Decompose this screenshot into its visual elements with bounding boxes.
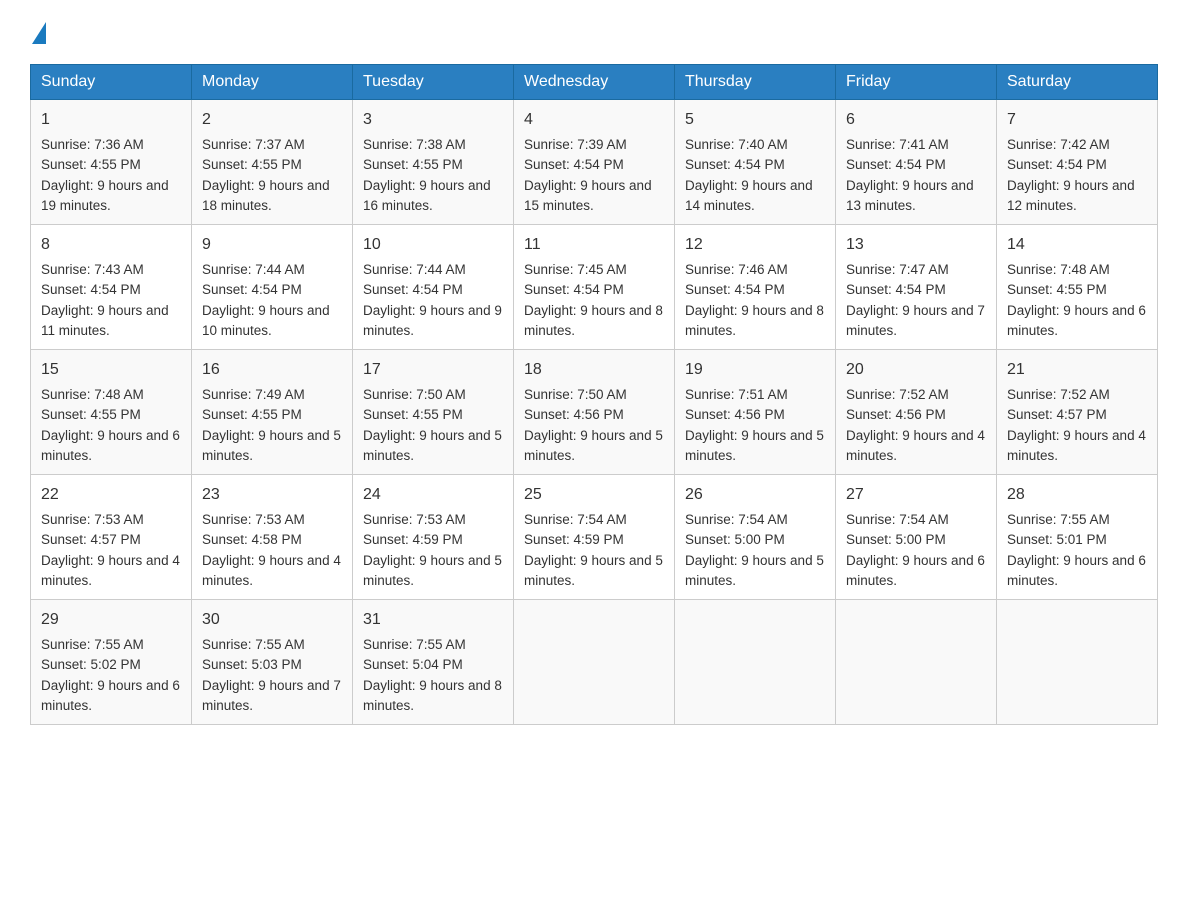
calendar-cell: 16Sunrise: 7:49 AMSunset: 4:55 PMDayligh… [192, 350, 353, 475]
calendar-cell: 8Sunrise: 7:43 AMSunset: 4:54 PMDaylight… [31, 225, 192, 350]
day-number: 21 [1007, 358, 1147, 382]
day-number: 11 [524, 233, 664, 257]
day-header-thursday: Thursday [675, 65, 836, 100]
calendar-cell [836, 600, 997, 725]
calendar-cell: 10Sunrise: 7:44 AMSunset: 4:54 PMDayligh… [353, 225, 514, 350]
day-header-sunday: Sunday [31, 65, 192, 100]
day-number: 20 [846, 358, 986, 382]
day-header-friday: Friday [836, 65, 997, 100]
day-number: 25 [524, 483, 664, 507]
day-number: 9 [202, 233, 342, 257]
day-number: 5 [685, 108, 825, 132]
calendar-cell: 23Sunrise: 7:53 AMSunset: 4:58 PMDayligh… [192, 475, 353, 600]
calendar-cell: 13Sunrise: 7:47 AMSunset: 4:54 PMDayligh… [836, 225, 997, 350]
day-number: 3 [363, 108, 503, 132]
calendar-cell: 30Sunrise: 7:55 AMSunset: 5:03 PMDayligh… [192, 600, 353, 725]
calendar-cell [514, 600, 675, 725]
day-number: 17 [363, 358, 503, 382]
calendar-cell: 3Sunrise: 7:38 AMSunset: 4:55 PMDaylight… [353, 100, 514, 225]
day-number: 16 [202, 358, 342, 382]
calendar-cell: 2Sunrise: 7:37 AMSunset: 4:55 PMDaylight… [192, 100, 353, 225]
day-number: 19 [685, 358, 825, 382]
calendar-cell: 7Sunrise: 7:42 AMSunset: 4:54 PMDaylight… [997, 100, 1158, 225]
logo-triangle-icon [32, 22, 46, 44]
day-number: 26 [685, 483, 825, 507]
calendar-table: SundayMondayTuesdayWednesdayThursdayFrid… [30, 64, 1158, 725]
calendar-week-3: 15Sunrise: 7:48 AMSunset: 4:55 PMDayligh… [31, 350, 1158, 475]
day-number: 14 [1007, 233, 1147, 257]
calendar-cell: 14Sunrise: 7:48 AMSunset: 4:55 PMDayligh… [997, 225, 1158, 350]
calendar-week-2: 8Sunrise: 7:43 AMSunset: 4:54 PMDaylight… [31, 225, 1158, 350]
day-number: 28 [1007, 483, 1147, 507]
day-header-monday: Monday [192, 65, 353, 100]
day-header-saturday: Saturday [997, 65, 1158, 100]
calendar-cell: 6Sunrise: 7:41 AMSunset: 4:54 PMDaylight… [836, 100, 997, 225]
day-number: 10 [363, 233, 503, 257]
calendar-cell: 28Sunrise: 7:55 AMSunset: 5:01 PMDayligh… [997, 475, 1158, 600]
logo [30, 20, 46, 44]
calendar-cell: 17Sunrise: 7:50 AMSunset: 4:55 PMDayligh… [353, 350, 514, 475]
calendar-cell: 26Sunrise: 7:54 AMSunset: 5:00 PMDayligh… [675, 475, 836, 600]
calendar-week-1: 1Sunrise: 7:36 AMSunset: 4:55 PMDaylight… [31, 100, 1158, 225]
calendar-cell: 29Sunrise: 7:55 AMSunset: 5:02 PMDayligh… [31, 600, 192, 725]
calendar-cell [997, 600, 1158, 725]
day-header-tuesday: Tuesday [353, 65, 514, 100]
day-number: 18 [524, 358, 664, 382]
calendar-week-5: 29Sunrise: 7:55 AMSunset: 5:02 PMDayligh… [31, 600, 1158, 725]
calendar-cell: 25Sunrise: 7:54 AMSunset: 4:59 PMDayligh… [514, 475, 675, 600]
day-number: 12 [685, 233, 825, 257]
calendar-cell: 27Sunrise: 7:54 AMSunset: 5:00 PMDayligh… [836, 475, 997, 600]
day-number: 24 [363, 483, 503, 507]
calendar-week-4: 22Sunrise: 7:53 AMSunset: 4:57 PMDayligh… [31, 475, 1158, 600]
day-number: 31 [363, 608, 503, 632]
day-number: 8 [41, 233, 181, 257]
day-header-wednesday: Wednesday [514, 65, 675, 100]
calendar-cell: 1Sunrise: 7:36 AMSunset: 4:55 PMDaylight… [31, 100, 192, 225]
day-number: 30 [202, 608, 342, 632]
day-number: 27 [846, 483, 986, 507]
calendar-cell: 18Sunrise: 7:50 AMSunset: 4:56 PMDayligh… [514, 350, 675, 475]
calendar-cell: 31Sunrise: 7:55 AMSunset: 5:04 PMDayligh… [353, 600, 514, 725]
calendar-cell: 12Sunrise: 7:46 AMSunset: 4:54 PMDayligh… [675, 225, 836, 350]
day-number: 22 [41, 483, 181, 507]
day-number: 7 [1007, 108, 1147, 132]
calendar-cell [675, 600, 836, 725]
day-number: 13 [846, 233, 986, 257]
day-number: 4 [524, 108, 664, 132]
day-number: 2 [202, 108, 342, 132]
page-header [30, 20, 1158, 44]
day-number: 1 [41, 108, 181, 132]
calendar-cell: 24Sunrise: 7:53 AMSunset: 4:59 PMDayligh… [353, 475, 514, 600]
calendar-cell: 19Sunrise: 7:51 AMSunset: 4:56 PMDayligh… [675, 350, 836, 475]
calendar-header-row: SundayMondayTuesdayWednesdayThursdayFrid… [31, 65, 1158, 100]
day-number: 23 [202, 483, 342, 507]
day-number: 15 [41, 358, 181, 382]
calendar-cell: 4Sunrise: 7:39 AMSunset: 4:54 PMDaylight… [514, 100, 675, 225]
calendar-cell: 9Sunrise: 7:44 AMSunset: 4:54 PMDaylight… [192, 225, 353, 350]
calendar-cell: 15Sunrise: 7:48 AMSunset: 4:55 PMDayligh… [31, 350, 192, 475]
day-number: 6 [846, 108, 986, 132]
calendar-cell: 5Sunrise: 7:40 AMSunset: 4:54 PMDaylight… [675, 100, 836, 225]
calendar-cell: 21Sunrise: 7:52 AMSunset: 4:57 PMDayligh… [997, 350, 1158, 475]
calendar-cell: 22Sunrise: 7:53 AMSunset: 4:57 PMDayligh… [31, 475, 192, 600]
calendar-cell: 20Sunrise: 7:52 AMSunset: 4:56 PMDayligh… [836, 350, 997, 475]
calendar-cell: 11Sunrise: 7:45 AMSunset: 4:54 PMDayligh… [514, 225, 675, 350]
day-number: 29 [41, 608, 181, 632]
